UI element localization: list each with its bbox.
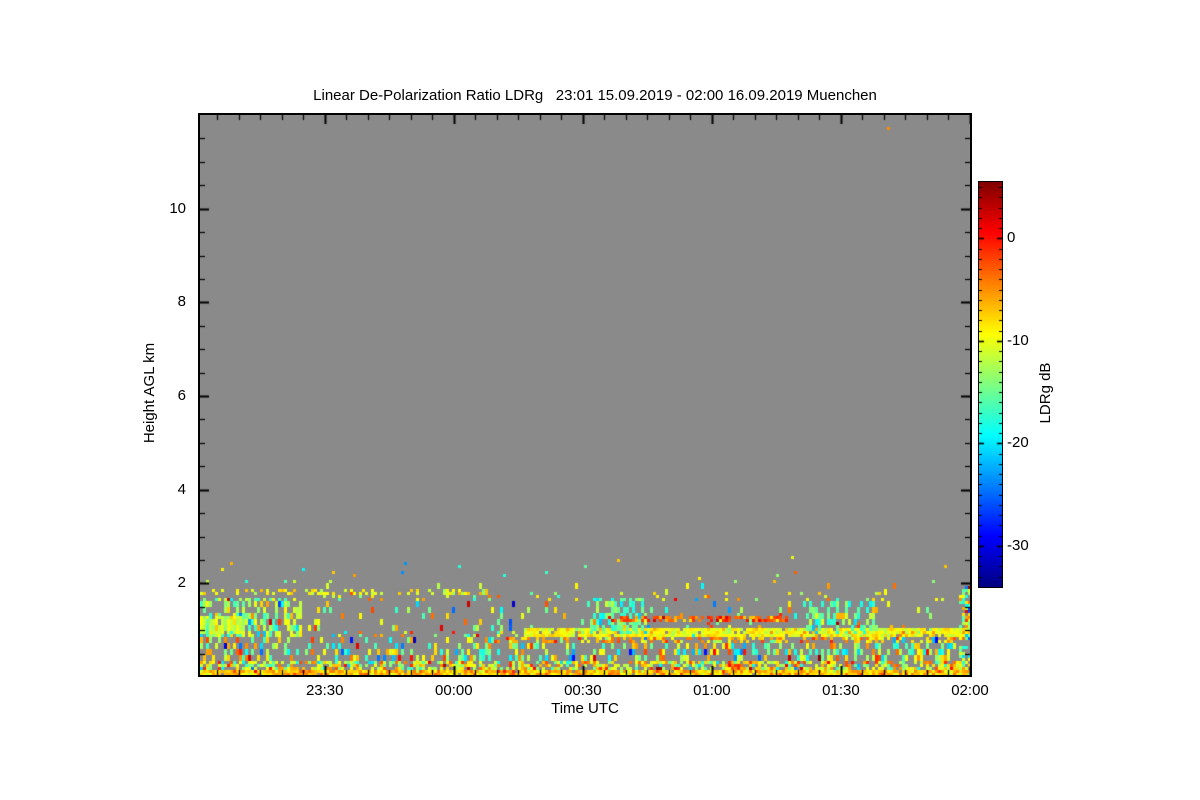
y-axis-tick-label: 10 — [169, 199, 186, 217]
plot-area — [198, 113, 972, 677]
colorbar-tick-label: -30 — [1007, 536, 1029, 554]
x-axis-tick-label: 02:00 — [951, 682, 989, 699]
heatmap-canvas — [200, 115, 970, 675]
y-axis-tick-label: 8 — [177, 293, 186, 311]
colorbar-canvas — [979, 182, 1002, 587]
y-axis-tick-label: 2 — [177, 574, 186, 592]
x-axis-tick-label: 00:00 — [435, 682, 473, 699]
y-axis-tick-label: 4 — [177, 480, 186, 498]
colorbar — [978, 181, 1003, 588]
colorbar-title: LDRg dB — [1037, 362, 1054, 424]
colorbar-tick-label: -20 — [1007, 434, 1029, 452]
x-axis-tick-label: 01:00 — [693, 682, 731, 699]
colorbar-tick-label: 0 — [1007, 229, 1016, 247]
x-axis-title: Time UTC — [551, 700, 619, 717]
x-axis-tick-label: 23:30 — [305, 682, 344, 699]
chart-title: Linear De-Polarization Ratio LDRg 23:01 … — [313, 87, 877, 104]
colorbar-tick-label: -10 — [1007, 331, 1029, 349]
figure-root: Linear De-Polarization Ratio LDRg 23:01 … — [0, 0, 1200, 800]
y-axis-tick-label: 6 — [177, 387, 186, 404]
x-axis-tick-label: 01:30 — [822, 682, 860, 699]
x-axis-tick-label: 00:30 — [564, 682, 602, 699]
